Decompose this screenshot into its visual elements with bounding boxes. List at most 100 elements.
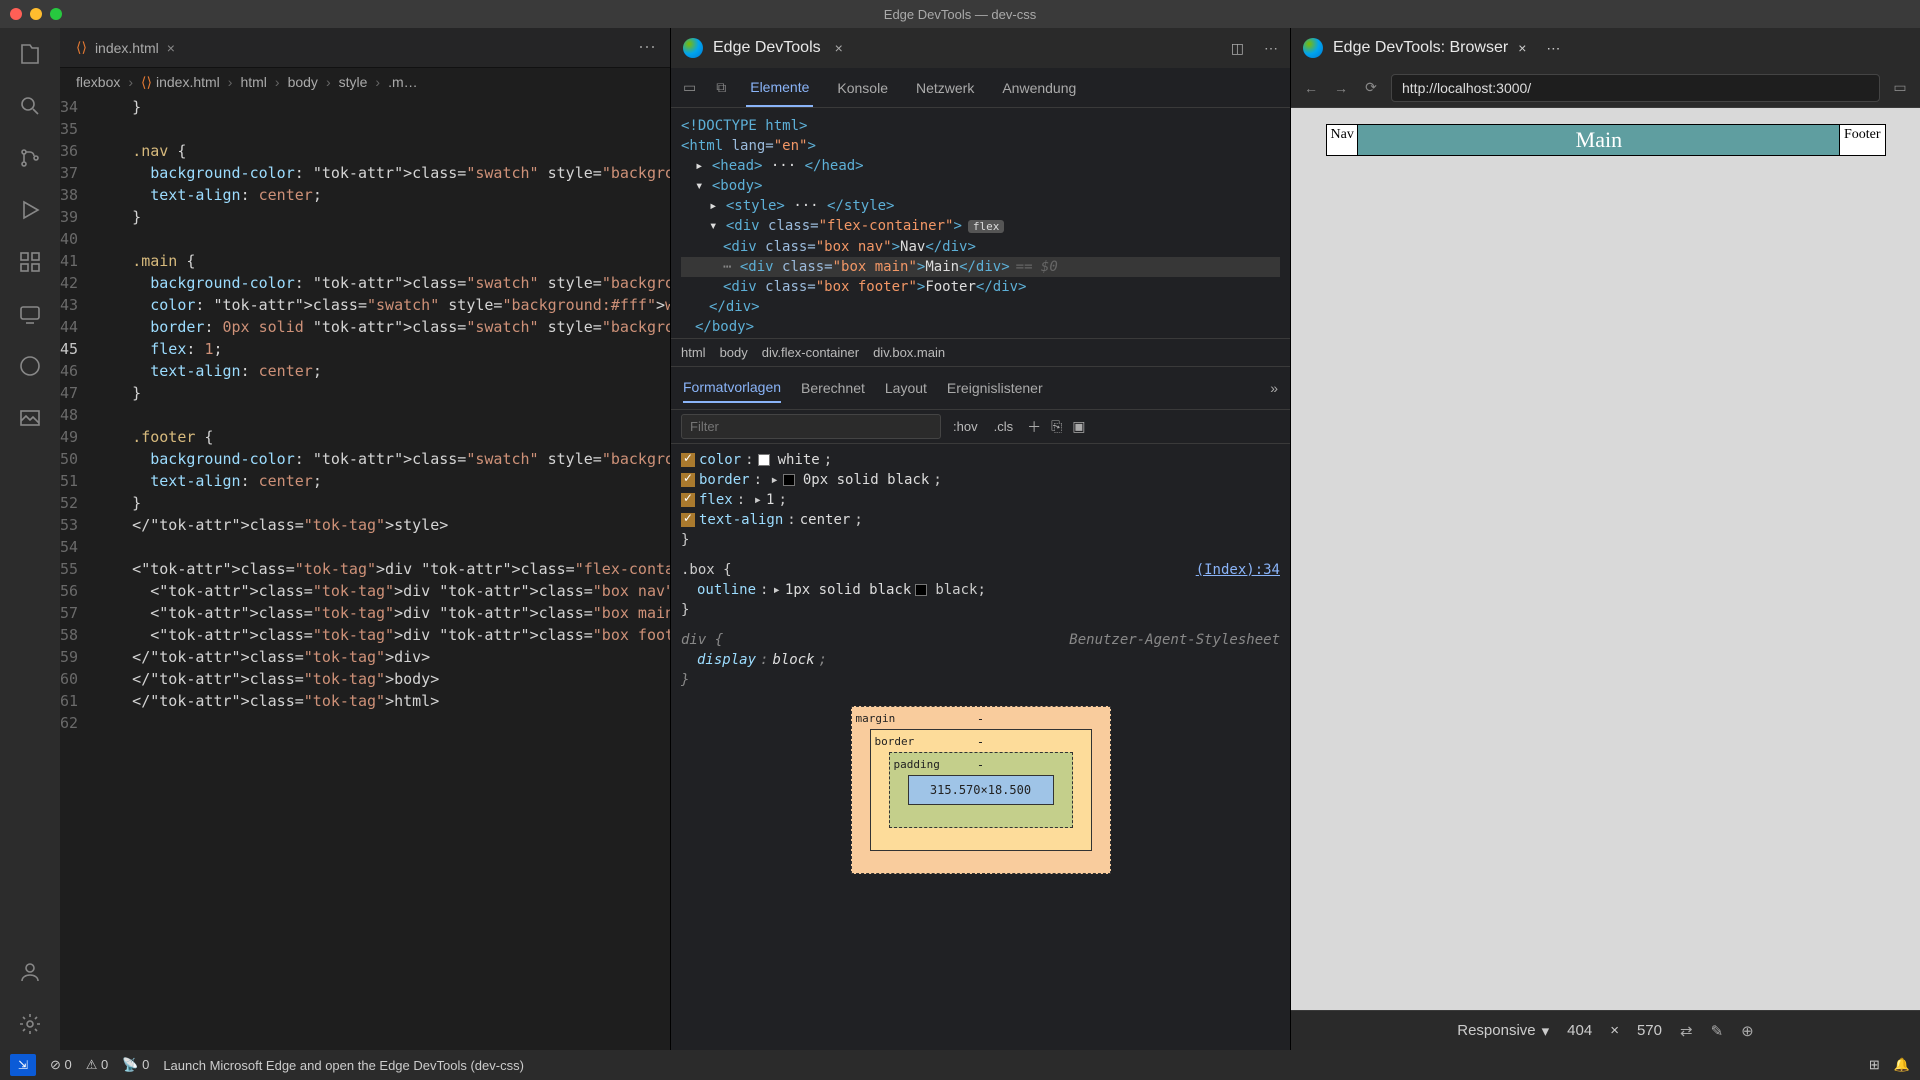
dom-line[interactable]: <!DOCTYPE html> — [681, 116, 1280, 136]
breadcrumb-item[interactable]: html — [240, 74, 266, 90]
breadcrumb-item[interactable]: flexbox — [76, 74, 120, 90]
breadcrumbs[interactable]: flexbox› ⟨⟩index.html› html› body› style… — [60, 68, 670, 96]
explorer-icon[interactable] — [16, 40, 44, 68]
box-model-diagram[interactable]: margin- border- padding- 315.570×18.500 — [851, 706, 1111, 874]
extensions-icon[interactable] — [16, 248, 44, 276]
warning-count[interactable]: ⚠ 0 — [86, 1057, 109, 1073]
browser-tab-label[interactable]: Edge DevTools: Browser — [1333, 39, 1508, 57]
rule-checkbox[interactable] — [681, 453, 695, 467]
dom-line[interactable]: <div class="box nav">Nav</div> — [681, 237, 1280, 257]
launch-hint[interactable]: Launch Microsoft Edge and open the Edge … — [163, 1058, 524, 1073]
dom-crumb[interactable]: body — [720, 345, 748, 360]
dom-line[interactable]: ▸ <head> ··· </head> — [681, 156, 1280, 176]
devtools-tab-label[interactable]: Edge DevTools — [713, 39, 821, 57]
close-icon[interactable]: × — [167, 40, 175, 56]
forward-icon[interactable]: → — [1331, 80, 1351, 96]
device-mode-select[interactable]: Responsive ▾ — [1457, 1022, 1549, 1040]
accounts-icon[interactable] — [16, 958, 44, 986]
filter-input[interactable] — [681, 414, 941, 439]
browser-navbar: ← → ⟳ ▭ — [1291, 68, 1920, 108]
error-count[interactable]: ⊘ 0 — [50, 1057, 72, 1073]
more-device-icon[interactable]: ⊕ — [1741, 1022, 1754, 1040]
tab-ereignislistener[interactable]: Ereignislistener — [947, 374, 1043, 402]
screenshot-icon[interactable]: ✎ — [1711, 1022, 1724, 1040]
dom-line[interactable]: ▾ <body> — [681, 176, 1280, 196]
tab-netzwerk[interactable]: Netzwerk — [912, 70, 978, 106]
edge-tools-icon[interactable] — [16, 352, 44, 380]
breadcrumb-item[interactable]: index.html — [156, 74, 220, 90]
rule-selector: .box { — [681, 562, 732, 578]
settings-gear-icon[interactable] — [16, 1010, 44, 1038]
layout-icon[interactable]: ▣ — [1072, 418, 1085, 435]
dom-tree[interactable]: <!DOCTYPE html> <html lang="en"> ▸ <head… — [671, 108, 1290, 338]
split-icon[interactable]: ◫ — [1231, 40, 1244, 57]
tab-berechnet[interactable]: Berechnet — [801, 374, 865, 402]
rule-checkbox[interactable] — [681, 473, 695, 487]
tab-anwendung[interactable]: Anwendung — [998, 70, 1080, 106]
rule-selector: div { — [681, 632, 723, 648]
dom-crumb[interactable]: html — [681, 345, 706, 360]
dom-line[interactable]: ▾ <div class="flex-container">flex — [681, 216, 1280, 237]
styles-body[interactable]: color: white; border: ▸ 0px solid black;… — [671, 444, 1290, 896]
preview-page: Nav Main Footer — [1326, 124, 1886, 156]
bell-icon[interactable]: 🔔 — [1894, 1057, 1910, 1073]
edge-icon — [683, 38, 703, 58]
color-swatch[interactable] — [915, 584, 927, 596]
devtools-panel: Edge DevTools × ◫ ⋯ ▭ ⧉ Elemente Konsole… — [670, 28, 1290, 1050]
dom-line[interactable]: </body> — [681, 317, 1280, 337]
code-body[interactable]: 3435363738394041424344454647484950515253… — [60, 96, 670, 1050]
run-debug-icon[interactable] — [16, 196, 44, 224]
cls-toggle[interactable]: .cls — [990, 417, 1018, 436]
editor-more-icon[interactable]: ⋯ — [638, 37, 670, 58]
gallery-icon[interactable] — [16, 404, 44, 432]
more-icon[interactable]: ⋯ — [1264, 40, 1278, 57]
inspect-icon[interactable]: ▭ — [1890, 79, 1910, 96]
device-width[interactable]: 404 — [1567, 1022, 1592, 1039]
close-icon[interactable]: × — [1518, 40, 1526, 56]
pin-icon[interactable]: ⎘ — [1051, 418, 1062, 435]
device-icon[interactable]: ⧉ — [716, 79, 726, 96]
box-model-content: 315.570×18.500 — [908, 775, 1054, 805]
chevron-right-icon[interactable]: » — [1270, 380, 1278, 396]
dom-line[interactable]: ▸ <style> ··· </style> — [681, 196, 1280, 216]
breadcrumb-item[interactable]: body — [288, 74, 318, 90]
editor-tab-index[interactable]: ⟨⟩ index.html × — [60, 28, 191, 67]
dom-line[interactable]: <html lang="en"> — [681, 136, 1280, 156]
browser-viewport: Nav Main Footer — [1291, 108, 1920, 1010]
tab-formatvorlagen[interactable]: Formatvorlagen — [683, 373, 781, 403]
fold-icon[interactable]: ⊞ — [1869, 1057, 1880, 1073]
inspect-icon[interactable]: ▭ — [683, 79, 696, 96]
remote-icon[interactable] — [16, 300, 44, 328]
dom-line[interactable]: </div> — [681, 297, 1280, 317]
more-icon[interactable]: ⋯ — [1546, 40, 1560, 57]
rotate-icon[interactable]: ⇄ — [1680, 1022, 1693, 1040]
tab-elemente[interactable]: Elemente — [746, 69, 813, 107]
breadcrumb-item[interactable]: style — [339, 74, 368, 90]
source-control-icon[interactable] — [16, 144, 44, 172]
url-input[interactable] — [1391, 74, 1880, 102]
dom-breadcrumbs[interactable]: html body div.flex-container div.box.mai… — [671, 338, 1290, 367]
remote-indicator[interactable]: ⇲ — [10, 1054, 36, 1076]
back-icon[interactable]: ← — [1301, 80, 1321, 96]
source-link[interactable]: (Index):34 — [1196, 560, 1280, 580]
dom-crumb[interactable]: div.box.main — [873, 345, 945, 360]
close-icon[interactable]: × — [835, 40, 843, 56]
code-lines[interactable]: } .nav { background-color: "tok-attr">cl… — [96, 96, 670, 1050]
plus-icon[interactable]: ＋ — [1027, 417, 1041, 437]
reload-icon[interactable]: ⟳ — [1361, 79, 1381, 96]
dom-selected[interactable]: ⋯ <div class="box main">Main</div>== $0 — [681, 257, 1280, 277]
tab-konsole[interactable]: Konsole — [833, 70, 892, 106]
search-icon[interactable] — [16, 92, 44, 120]
minimize-window-button[interactable] — [30, 8, 42, 20]
zoom-window-button[interactable] — [50, 8, 62, 20]
dom-line[interactable]: <div class="box footer">Footer</div> — [681, 277, 1280, 297]
hov-toggle[interactable]: :hov — [949, 417, 982, 436]
port-count[interactable]: 📡 0 — [122, 1057, 149, 1073]
rule-checkbox[interactable] — [681, 513, 695, 527]
tab-layout[interactable]: Layout — [885, 374, 927, 402]
breadcrumb-item[interactable]: .m… — [388, 74, 418, 90]
close-window-button[interactable] — [10, 8, 22, 20]
device-height[interactable]: 570 — [1637, 1022, 1662, 1039]
dom-crumb[interactable]: div.flex-container — [762, 345, 859, 360]
rule-checkbox[interactable] — [681, 493, 695, 507]
